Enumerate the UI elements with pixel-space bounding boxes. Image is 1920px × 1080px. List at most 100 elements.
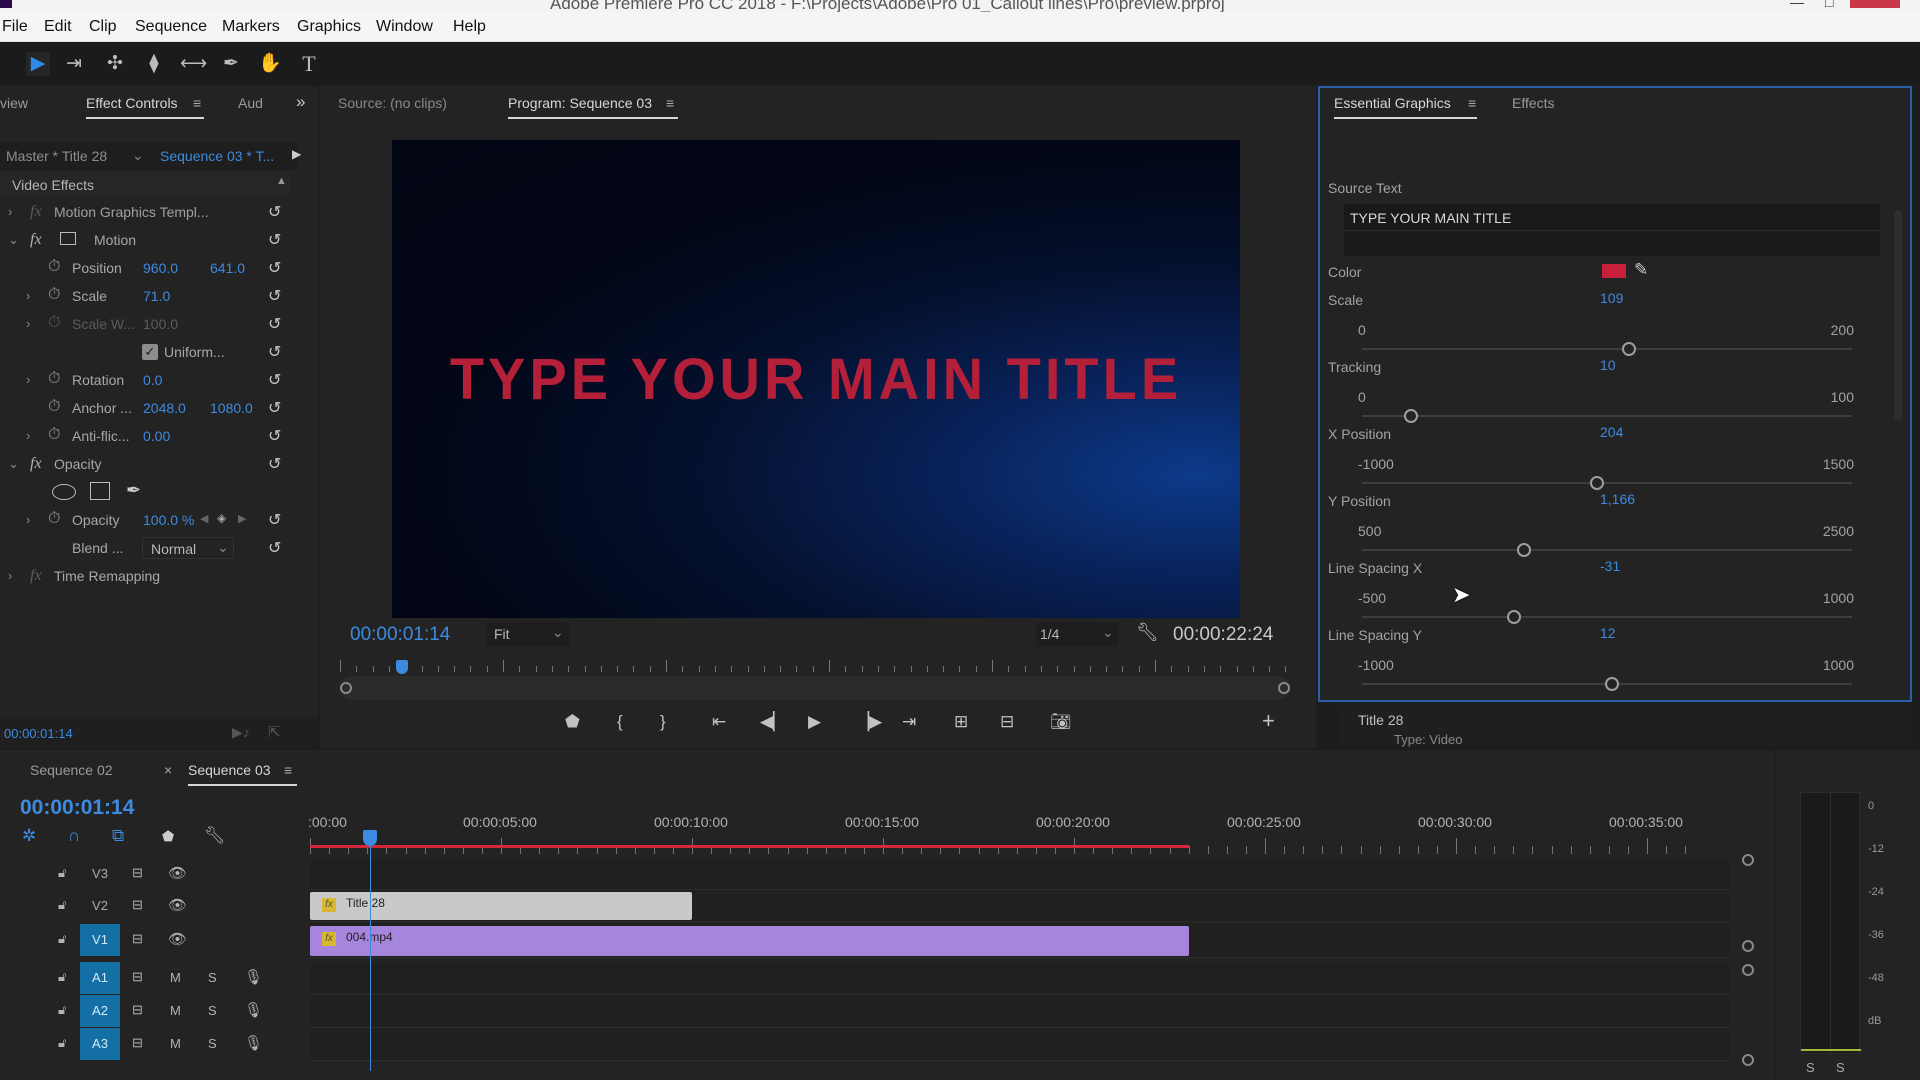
timeline-settings-wrench-icon[interactable]: 🔧︎ <box>204 826 226 846</box>
track-target-toggle[interactable]: V1 <box>80 924 120 956</box>
pen-tool-icon[interactable]: ✒ <box>219 52 243 76</box>
slider-track[interactable] <box>1362 409 1852 423</box>
mute-button[interactable]: M <box>170 1003 181 1018</box>
anchor-x-value[interactable]: 2048.0 <box>143 400 186 416</box>
add-marker-icon[interactable]: ⬟ <box>162 828 174 845</box>
track-lane-a2[interactable] <box>310 995 1730 1028</box>
sequence-clip-label[interactable]: Sequence 03 * T... <box>160 148 274 164</box>
fx-icon[interactable]: fx <box>30 231 42 249</box>
eyedropper-icon[interactable]: ✎ <box>1634 260 1648 280</box>
minimize-button[interactable]: — <box>1790 0 1804 10</box>
hand-tool-icon[interactable]: ✋ <box>258 52 282 76</box>
mute-button[interactable]: M <box>170 1036 181 1051</box>
chevron-down-icon[interactable]: ⌄ <box>8 456 19 472</box>
uniform-scale-checkbox[interactable]: ✓ <box>142 344 158 360</box>
work-area-bar[interactable] <box>310 845 1189 848</box>
slider-knob[interactable] <box>1404 409 1418 423</box>
scroll-handle-right[interactable] <box>1278 682 1290 694</box>
reset-icon[interactable]: ↺ <box>268 230 281 250</box>
slider-knob[interactable] <box>1622 342 1637 356</box>
pen-mask-icon[interactable]: ✒ <box>126 480 141 501</box>
reset-icon[interactable]: ↺ <box>268 398 281 418</box>
play-audio-icon[interactable]: ▶♪ <box>232 724 250 741</box>
transform-box-icon[interactable] <box>60 232 76 245</box>
insert-icon[interactable]: ⊞ <box>954 712 968 732</box>
panel-menu-icon[interactable]: ≡ <box>193 95 201 111</box>
video-scroll-handle-bottom[interactable] <box>1742 940 1754 952</box>
solo-button[interactable]: S <box>208 970 217 985</box>
panel-menu-icon[interactable]: ≡ <box>666 95 674 111</box>
track-lane-a1[interactable] <box>310 962 1730 995</box>
menu-clip[interactable]: Clip <box>89 18 117 36</box>
reset-icon[interactable]: ↺ <box>268 258 281 278</box>
slider-value[interactable]: -31 <box>1600 558 1620 574</box>
stopwatch-icon[interactable]: ⏱ <box>48 426 60 444</box>
program-playhead-timecode[interactable]: 00:00:01:14 <box>350 624 450 646</box>
rectangle-mask-icon[interactable] <box>90 482 110 500</box>
reset-icon[interactable]: ↺ <box>268 286 281 306</box>
tab-source-monitor[interactable]: Source: (no clips) <box>338 95 447 111</box>
sync-lock-icon[interactable]: ⊟ <box>132 865 143 881</box>
reset-icon[interactable]: ↺ <box>268 426 281 446</box>
close-tab-icon[interactable]: × <box>164 762 172 778</box>
position-y-value[interactable]: 641.0 <box>210 260 245 276</box>
position-x-value[interactable]: 960.0 <box>143 260 178 276</box>
sync-lock-icon[interactable]: ⊟ <box>132 897 143 913</box>
track-lock-icon[interactable]: 🔓︎ <box>58 865 66 881</box>
step-back-icon[interactable]: ◀▏ <box>760 712 786 732</box>
sync-lock-icon[interactable]: ⊟ <box>132 1035 143 1051</box>
sync-lock-icon[interactable]: ⊟ <box>132 1002 143 1018</box>
stopwatch-icon[interactable]: ⏱ <box>48 286 60 304</box>
slider-value[interactable]: 204 <box>1600 424 1623 440</box>
voice-over-mic-icon[interactable]: 🎙︎ <box>244 1001 263 1019</box>
tab-sequence-03[interactable]: Sequence 03 <box>188 762 296 786</box>
fx-icon[interactable]: fx <box>30 203 42 221</box>
linked-selection-icon[interactable]: ⧉ <box>112 826 124 846</box>
razor-tool-icon[interactable]: ⧫ <box>142 52 166 76</box>
timeline-timecode[interactable]: 00:00:01:14 <box>20 796 134 820</box>
track-target-toggle[interactable]: A3 <box>80 1028 120 1060</box>
collapse-up-icon[interactable]: ▲ <box>276 175 287 187</box>
menu-file[interactable]: File <box>2 18 28 36</box>
play-button-icon[interactable]: ▶ <box>808 712 821 732</box>
menu-graphics[interactable]: Graphics <box>297 18 361 36</box>
go-to-in-icon[interactable]: ⇤ <box>712 712 726 732</box>
step-forward-icon[interactable]: ▕▶ <box>856 712 882 732</box>
scroll-handle-left[interactable] <box>340 682 352 694</box>
reset-icon[interactable]: ↺ <box>268 202 281 222</box>
tab-essential-graphics[interactable]: Essential Graphics <box>1334 95 1477 119</box>
type-tool-icon[interactable]: T <box>297 52 321 76</box>
chevron-down-icon[interactable]: ⌄ <box>132 147 144 164</box>
add-keyframe-icon[interactable]: ◈ <box>217 511 226 525</box>
export-frame-camera-icon[interactable]: 📷︎ <box>1050 712 1072 732</box>
close-button[interactable] <box>1850 0 1900 8</box>
menu-help[interactable]: Help <box>453 18 486 36</box>
track-lock-icon[interactable]: 🔓︎ <box>58 1035 66 1051</box>
track-lock-icon[interactable]: 🔓︎ <box>58 969 66 985</box>
toggle-output-eye-icon[interactable]: 👁︎ <box>168 896 187 914</box>
tab-audio[interactable]: Aud <box>238 95 263 111</box>
track-lock-icon[interactable]: 🔓︎ <box>58 897 66 913</box>
slider-knob[interactable] <box>1604 677 1619 691</box>
fx-icon[interactable]: fx <box>30 567 42 585</box>
stopwatch-icon[interactable]: ⏱ <box>48 370 60 388</box>
resolution-select[interactable]: 1/4 ⌄ <box>1036 622 1118 646</box>
chevron-right-icon[interactable]: › <box>26 316 30 331</box>
audio-scroll-handle-bottom[interactable] <box>1742 1054 1754 1066</box>
toggle-output-eye-icon[interactable]: 👁︎ <box>168 930 187 948</box>
stopwatch-icon[interactable]: ⏱ <box>48 398 60 416</box>
menu-window[interactable]: Window <box>376 18 433 36</box>
chevron-right-icon[interactable]: › <box>8 204 12 219</box>
slider-track[interactable] <box>1362 543 1852 557</box>
mark-out-icon[interactable]: } <box>660 712 666 732</box>
voice-over-mic-icon[interactable]: 🎙︎ <box>244 968 263 986</box>
menu-edit[interactable]: Edit <box>44 18 72 36</box>
maximize-button[interactable]: □ <box>1825 0 1833 10</box>
track-select-tool-icon[interactable]: ⇥ <box>62 52 86 76</box>
chevron-right-icon[interactable]: › <box>26 512 30 527</box>
timeline-ruler[interactable]: :00:00 00:00:05:00 00:00:10:00 00:00:15:00 0… <box>308 814 1730 854</box>
slider-track[interactable] <box>1362 610 1852 624</box>
solo-right-button[interactable]: S <box>1836 1060 1845 1075</box>
next-keyframe-icon[interactable]: ▶ <box>238 512 246 525</box>
sync-lock-icon[interactable]: ⊟ <box>132 931 143 947</box>
